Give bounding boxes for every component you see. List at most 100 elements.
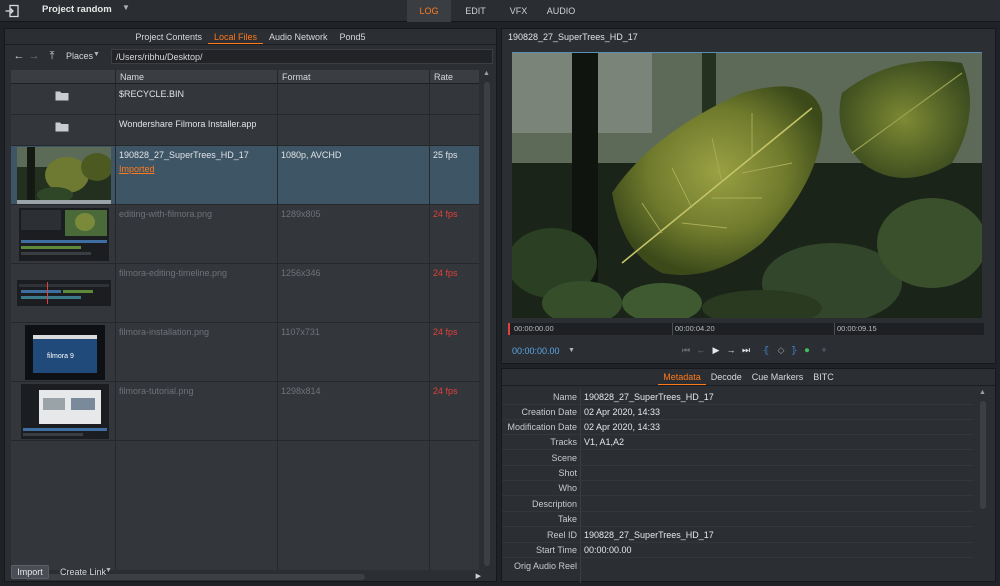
scroll-thumb[interactable] [484, 82, 490, 566]
tab-metadata[interactable]: Metadata [658, 369, 706, 385]
image-thumbnail [19, 208, 109, 261]
column-divider [277, 84, 278, 570]
table-row[interactable]: Wondershare Filmora Installer.app [11, 115, 479, 146]
add-marker-icon[interactable]: ◇ [775, 344, 787, 356]
places-caret-icon[interactable]: ▼ [93, 51, 100, 58]
metadata-label: Reel ID [546, 530, 577, 540]
forward-arrow-icon[interactable]: → [28, 50, 40, 62]
tab-local-files[interactable]: Local Files [207, 29, 263, 44]
metadata-row[interactable]: Orig Audio Reel [502, 559, 974, 574]
metadata-value[interactable]: 02 Apr 2020, 14:33 [584, 407, 660, 417]
file-format: 1080p, AVCHD [281, 150, 342, 160]
path-input[interactable] [111, 49, 493, 64]
metadata-row[interactable]: Description [502, 497, 974, 512]
column-divider [115, 84, 116, 570]
mark-in-icon[interactable]: ⦃ [760, 344, 772, 356]
step-forward-icon[interactable]: → [725, 344, 737, 356]
scroll-thumb[interactable] [980, 401, 986, 509]
tab-pond5[interactable]: Pond5 [334, 29, 372, 44]
import-button[interactable]: Import [11, 565, 49, 579]
metadata-label: Creation Date [521, 407, 577, 417]
table-row[interactable]: editing-with-filmora.png 1289x805 24 fps [11, 205, 479, 264]
tab-vfx[interactable]: VFX [500, 0, 537, 22]
table-row[interactable]: $RECYCLE.BIN [11, 85, 479, 115]
tab-log[interactable]: LOG [407, 0, 451, 22]
metadata-row[interactable]: Creation Date 02 Apr 2020, 14:33 [502, 405, 974, 420]
file-table: Name Format Rate $RECYCLE.BIN Wondershar… [11, 70, 479, 570]
folder-icon [55, 122, 69, 132]
metadata-row[interactable]: Modification Date 02 Apr 2020, 14:33 [502, 420, 974, 435]
project-name[interactable]: Project random [42, 4, 112, 15]
mark-out-icon[interactable]: ⦄ [788, 344, 800, 356]
vertical-scrollbar[interactable]: ▲ [482, 70, 492, 570]
current-timecode[interactable]: 00:00:00.00 [512, 346, 560, 356]
metadata-row[interactable]: Shot [502, 466, 974, 481]
parent-folder-icon[interactable]: ⤒ [46, 50, 58, 62]
places-dropdown[interactable]: Places [66, 51, 93, 61]
metadata-row[interactable]: Tracks V1, A1,A2 [502, 435, 974, 450]
table-row[interactable]: filmora-editing-timeline.png 1256x346 24… [11, 264, 479, 323]
project-menu-caret-icon[interactable]: ▼ [122, 3, 130, 12]
file-name: $RECYCLE.BIN [119, 89, 185, 99]
metadata-row[interactable]: Reel ID 190828_27_SuperTrees_HD_17 [502, 528, 974, 543]
metadata-value[interactable]: V1, A1,A2 [584, 437, 624, 447]
column-header-rate[interactable]: Rate [429, 70, 479, 84]
exit-project-icon[interactable] [4, 3, 20, 19]
column-divider [429, 84, 430, 570]
metadata-label: Description [531, 499, 577, 509]
metadata-row[interactable]: Scene [502, 451, 974, 466]
table-row[interactable]: filmora-tutorial.png 1298x814 24 fps [11, 382, 479, 441]
metadata-scrollbar[interactable]: ▲ [978, 389, 988, 579]
metadata-value[interactable]: 190828_27_SuperTrees_HD_17 [584, 530, 714, 540]
create-link-dropdown[interactable]: Create Link [60, 567, 106, 577]
imported-status-link[interactable]: Imported [119, 164, 155, 174]
metadata-label: Modification Date [507, 422, 577, 432]
playhead[interactable] [508, 323, 510, 335]
go-to-end-icon[interactable]: ⏭ [740, 344, 752, 356]
file-name: filmora-editing-timeline.png [119, 268, 228, 278]
timecode-caret-icon[interactable]: ▼ [568, 347, 575, 354]
step-back-icon[interactable]: ← [695, 344, 707, 356]
scroll-right-arrow-icon[interactable]: ▶ [476, 572, 481, 580]
metadata-value[interactable]: 02 Apr 2020, 14:33 [584, 422, 660, 432]
metadata-row[interactable]: Name 190828_27_SuperTrees_HD_17 [502, 390, 974, 405]
image-thumbnail [21, 384, 109, 439]
metadata-label: Who [558, 483, 577, 493]
create-link-caret-icon[interactable]: ▼ [105, 567, 112, 574]
timeline-tick-label: 00:00:04.20 [675, 324, 715, 333]
table-row-selected[interactable]: 190828_27_SuperTrees_HD_17 Imported 1080… [11, 146, 479, 205]
metadata-value[interactable]: 190828_27_SuperTrees_HD_17 [584, 392, 714, 402]
navigation-bar: ← → ⤒ Places ▼ [5, 46, 496, 68]
video-preview[interactable] [512, 53, 982, 318]
file-rate: 25 fps [433, 150, 458, 160]
play-icon[interactable]: ▶ [710, 344, 722, 356]
metadata-label: Tracks [550, 437, 577, 447]
tab-audio[interactable]: AUDIO [537, 0, 585, 22]
tab-audio-network[interactable]: Audio Network [263, 29, 334, 44]
column-header-format[interactable]: Format [277, 70, 429, 84]
table-row[interactable]: filmora 9 filmora-installation.png 1107x… [11, 323, 479, 382]
column-header-name[interactable]: Name [115, 70, 277, 84]
tab-edit[interactable]: EDIT [451, 0, 500, 22]
timeline-ruler[interactable]: 00:00:00.00 00:00:04.20 00:00:09.15 [508, 323, 984, 335]
image-thumbnail [17, 280, 111, 306]
tab-project-contents[interactable]: Project Contents [129, 29, 208, 44]
scroll-up-arrow-icon[interactable]: ▲ [979, 389, 986, 396]
metadata-value[interactable]: 00:00:00.00 [584, 545, 632, 555]
metadata-row[interactable]: Who [502, 481, 974, 496]
add-to-sequence-icon[interactable]: + [818, 344, 830, 356]
metadata-panel: Metadata Decode Cue Markers BITC Name 19… [501, 368, 996, 583]
metadata-row[interactable]: Take [502, 512, 974, 527]
table-header: Name Format Rate [11, 70, 479, 84]
svg-text:filmora 9: filmora 9 [47, 353, 74, 360]
audio-output-icon[interactable]: ⏺ [801, 344, 813, 356]
metadata-row[interactable]: Start Time 00:00:00.00 [502, 543, 974, 558]
tab-decode[interactable]: Decode [706, 369, 747, 385]
tab-bitc[interactable]: BITC [808, 369, 839, 385]
go-to-start-icon[interactable]: ⏮ [680, 344, 692, 356]
back-arrow-icon[interactable]: ← [13, 50, 25, 62]
file-browser-panel: Project Contents Local Files Audio Netwo… [4, 28, 497, 582]
scroll-up-arrow-icon[interactable]: ▲ [483, 70, 490, 77]
metadata-label: Take [557, 514, 577, 524]
tab-cue-markers[interactable]: Cue Markers [747, 369, 809, 385]
